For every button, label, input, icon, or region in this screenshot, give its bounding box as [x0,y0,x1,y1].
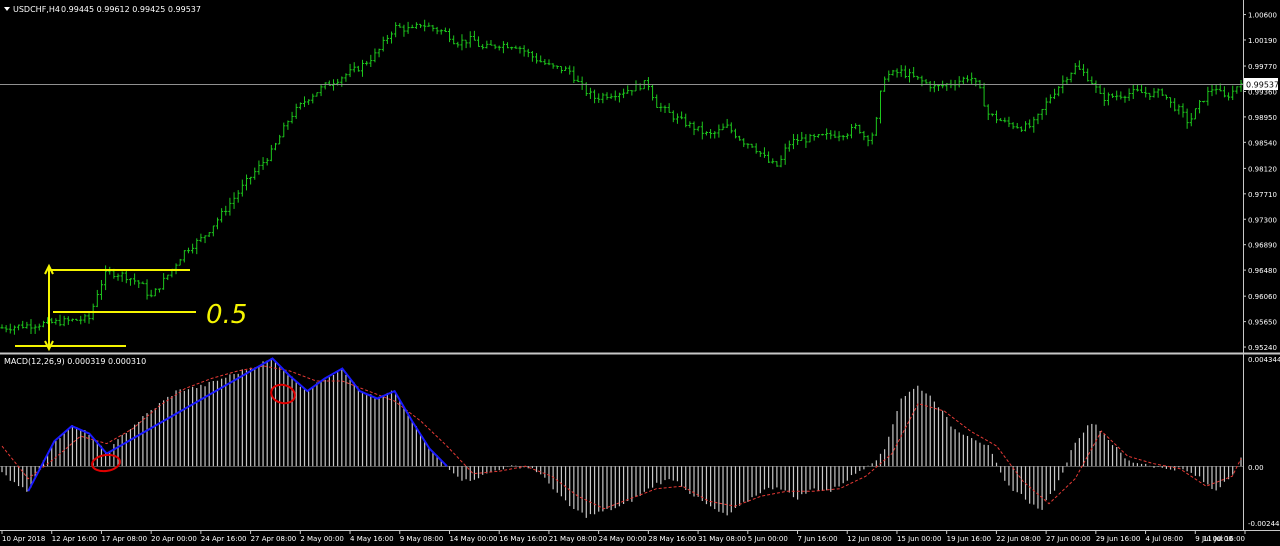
macd-tick-label: 0.00 [1248,464,1264,472]
time-tick-label: 24 Apr 16:00 [201,535,247,543]
price-tick-label: 0.96060 [1248,293,1277,301]
time-tick-label: 21 May 08:00 [549,535,597,543]
price-tick-label: 0.96890 [1248,242,1277,250]
time-tick-label: 10 Apr 2018 [2,535,45,543]
macd-header: MACD(12,26,9) 0.000319 0.000310 [4,357,146,366]
price-tick-label: 0.99360 [1248,88,1277,96]
time-tick-label: 11 Jul 16:00 [1203,535,1245,543]
time-tick-label: 27 Apr 08:00 [251,535,297,543]
symbol-label: USDCHF,H4 [13,5,60,14]
time-tick-label: 29 Jun 16:00 [1096,535,1140,543]
price-tick-label: 0.97710 [1248,191,1277,199]
price-tick-label: 0.95240 [1248,344,1277,352]
ratio-annotation: 0.5 [206,300,247,330]
price-tick-label: 0.95650 [1248,319,1277,327]
price-tick-label: 1.00600 [1248,12,1277,20]
time-tick-label: 2 May 00:00 [300,535,344,543]
time-tick-label: 15 Jun 00:00 [897,535,941,543]
price-tick-label: 0.97300 [1248,216,1277,224]
ohlc-values: 0.99445 0.99612 0.99425 0.99537 [61,5,201,14]
time-tick-label: 16 May 16:00 [499,535,547,543]
price-tick-label: 0.98950 [1248,114,1277,122]
price-tick-label: 1.00190 [1248,37,1277,45]
time-tick-label: 28 May 16:00 [648,535,696,543]
macd-tick-label: -0.002446 [1248,520,1280,528]
time-tick-label: 4 May 16:00 [350,535,394,543]
time-tick-label: 17 Apr 08:00 [101,535,147,543]
time-tick-label: 9 May 08:00 [400,535,444,543]
time-tick-label: 22 Jun 08:00 [996,535,1040,543]
price-tick-label: 0.98540 [1248,139,1277,147]
price-tick-label: 0.96480 [1248,267,1277,275]
time-tick-label: 24 May 00:00 [599,535,647,543]
price-tick-label: 0.98120 [1248,165,1277,173]
time-tick-label: 5 Jun 00:00 [748,535,788,543]
time-tick-label: 19 Jun 16:00 [947,535,991,543]
time-tick-label: 31 May 08:00 [698,535,746,543]
time-tick-label: 27 Jun 00:00 [1046,535,1090,543]
time-tick-label: 4 Jul 08:00 [1146,535,1184,543]
time-tick-label: 14 May 00:00 [449,535,497,543]
main-chart-header: USDCHF,H4 0.99445 0.99612 0.99425 0.9953… [4,5,201,14]
price-tick-label: 0.99770 [1248,63,1277,71]
time-tick-label: 20 Apr 00:00 [151,535,197,543]
time-tick-label: 12 Apr 16:00 [52,535,98,543]
time-tick-label: 7 Jun 16:00 [798,535,838,543]
time-tick-label: 12 Jun 08:00 [847,535,891,543]
macd-tick-label: 0.004344 [1248,356,1280,364]
trading-chart-terminal: 0.99537 1.006001.001900.997700.993600.98… [0,0,1280,546]
